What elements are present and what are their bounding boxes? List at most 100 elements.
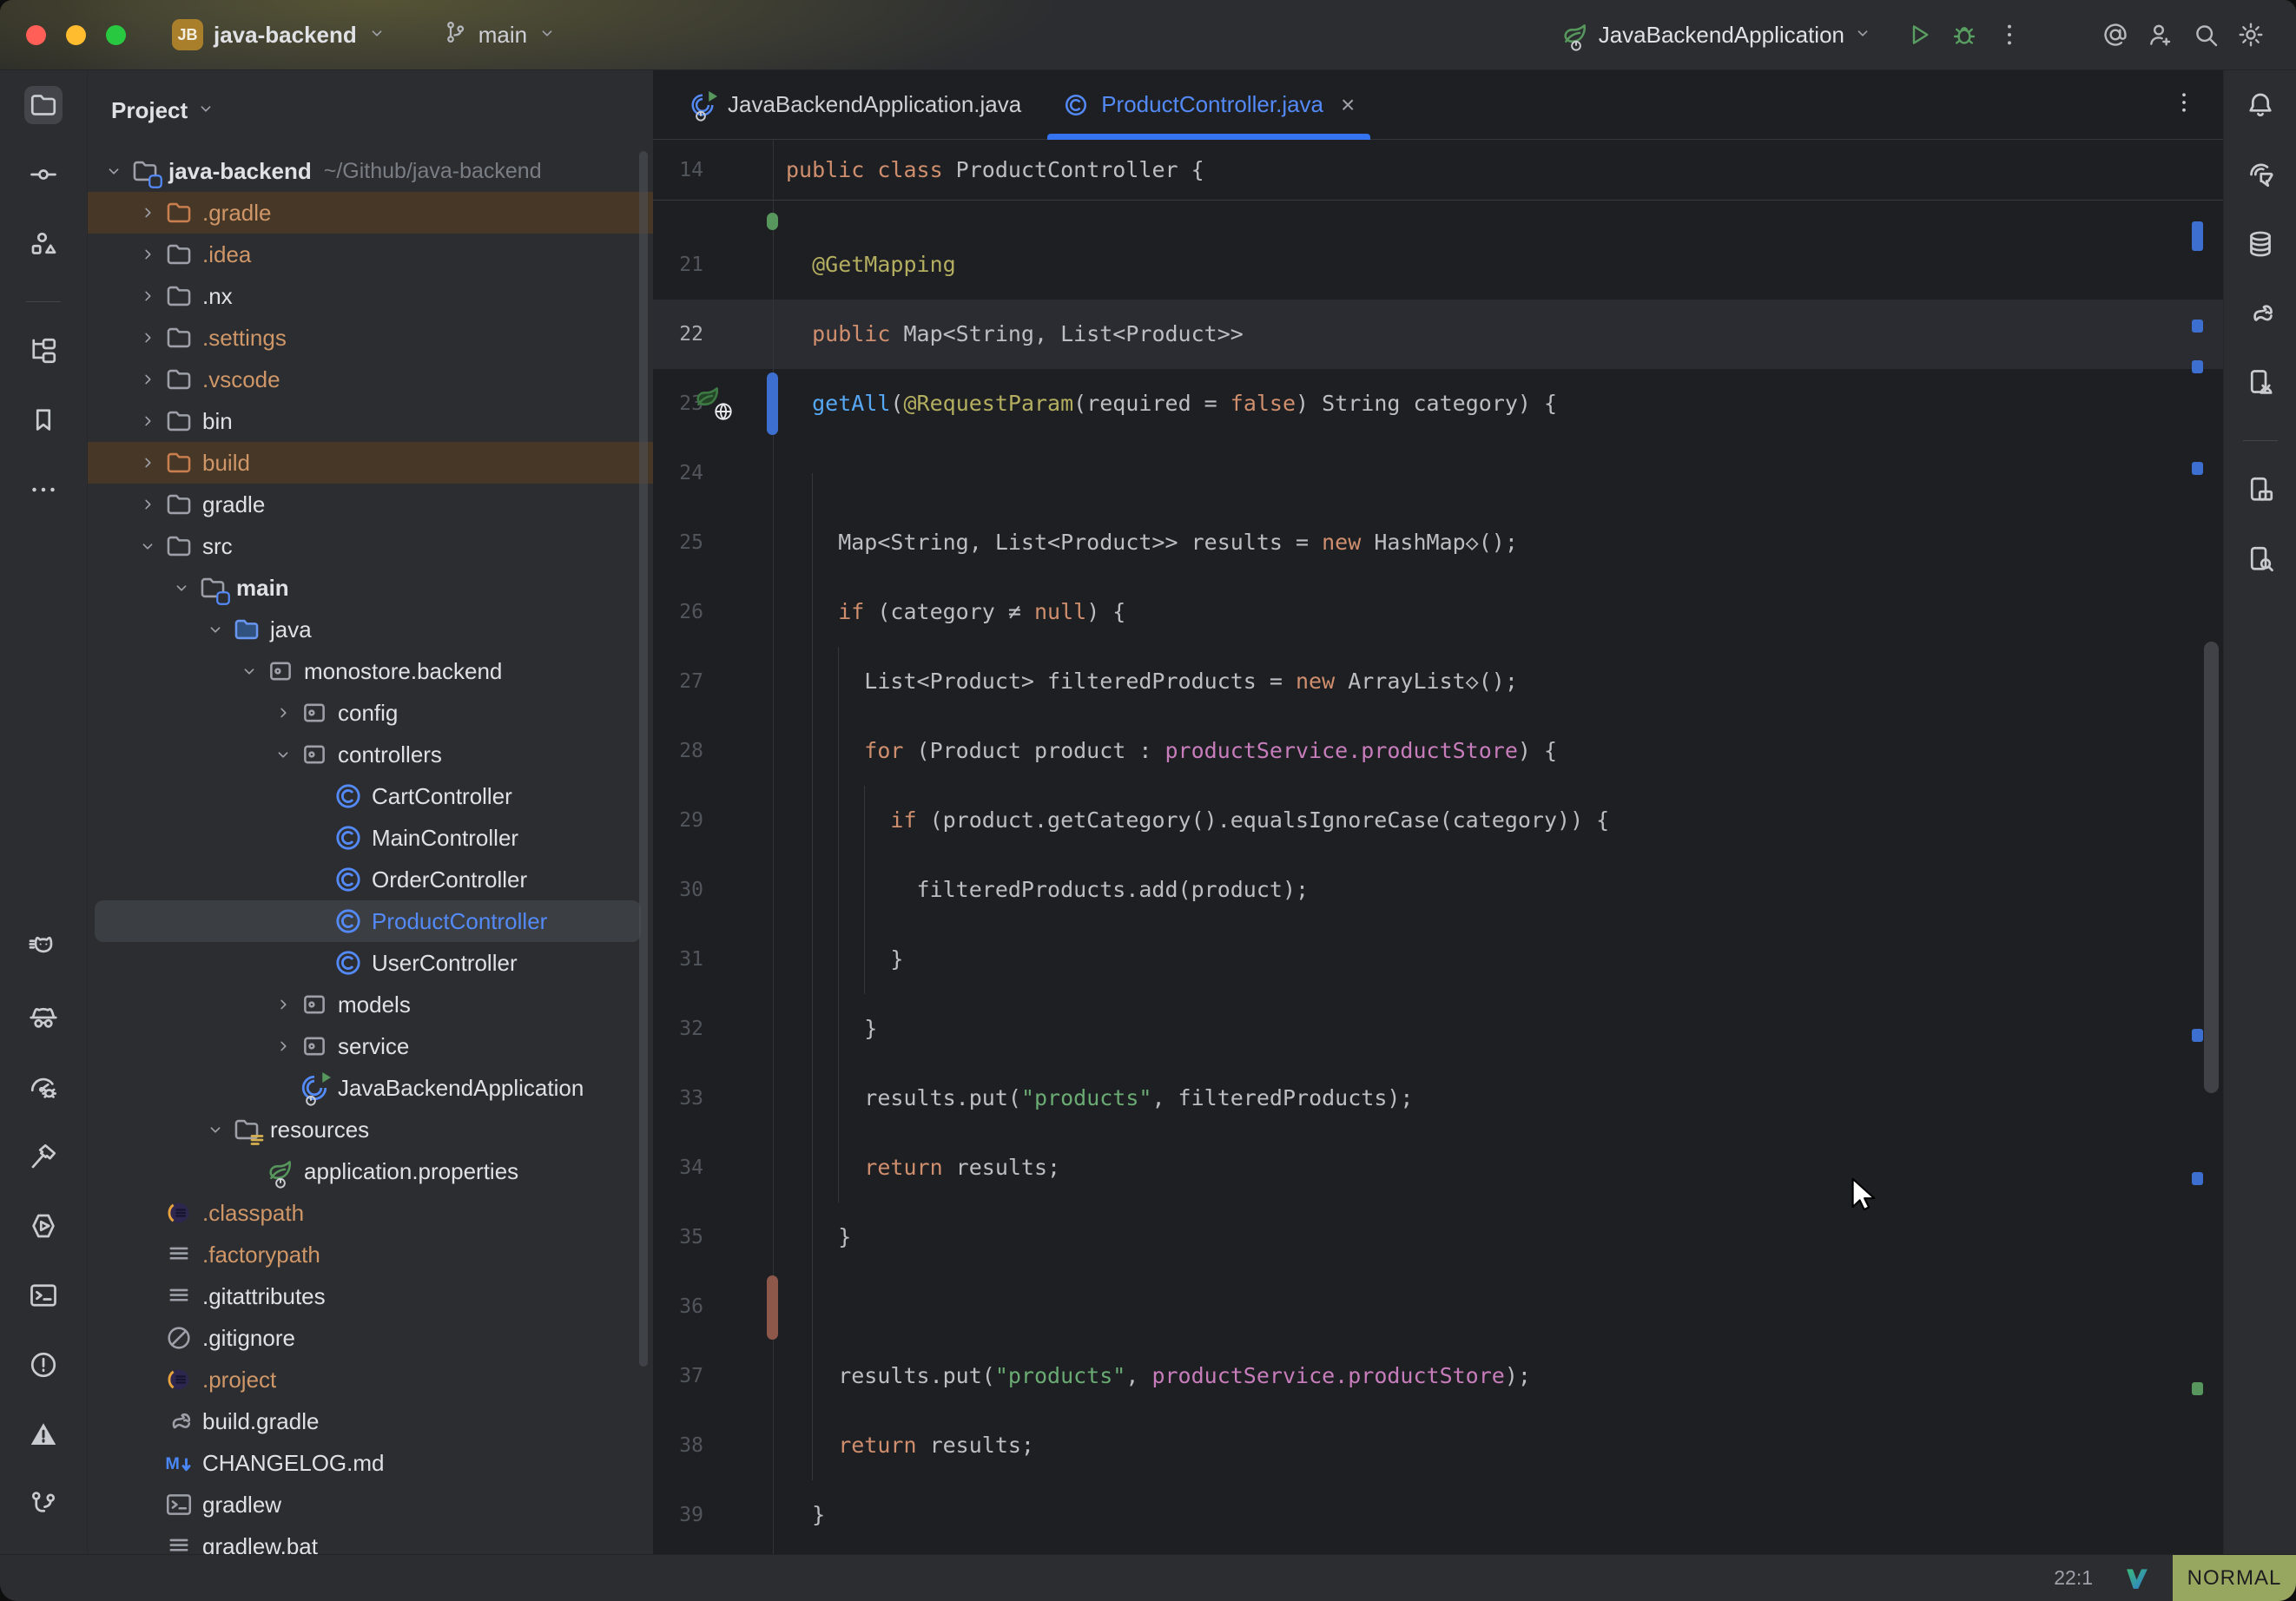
branch-widget[interactable]: main [442,19,557,51]
code-line-34[interactable]: return results; [786,1133,1060,1202]
code-line-32[interactable]: } [786,994,877,1064]
tree-item-ordercontroller[interactable]: OrderController [88,859,653,900]
tool-button-incognito[interactable] [24,998,63,1037]
vim-mode-badge[interactable]: NORMAL [2173,1555,2296,1601]
tree-item-resources[interactable]: resources [88,1109,653,1150]
tree-item-productcontroller[interactable]: ProductController [88,900,653,942]
tool-button-notifications-bell[interactable] [2241,86,2280,124]
tree-item-config[interactable]: config [88,692,653,734]
chevron-right-icon[interactable] [130,495,164,514]
ai-at-icon[interactable] [2093,12,2138,57]
run-button[interactable] [1897,12,1942,57]
tool-button-hierarchy[interactable] [24,332,63,370]
code-line-30[interactable]: filteredProducts.add(product); [786,855,1309,925]
ideavim-icon[interactable] [2124,1565,2150,1591]
code-line-29[interactable]: if (product.getCategory().equalsIgnoreCa… [786,786,1609,855]
code-line-35[interactable]: } [786,1202,851,1272]
tree-item-bin[interactable]: bin [88,400,653,442]
tree-item--classpath[interactable]: .classpath [88,1192,653,1234]
tree-item--project[interactable]: .project [88,1359,653,1400]
gear-icon[interactable] [2228,12,2273,57]
chevron-right-icon[interactable] [266,995,300,1014]
tool-button-git-branch[interactable] [24,1485,63,1523]
tree-item-gradlew[interactable]: gradlew [88,1484,653,1525]
tool-button-more[interactable] [24,471,63,509]
code-line-23[interactable]: getAll(@RequestParam(required = false) S… [786,369,1557,438]
tree-item-java-backend[interactable]: java-backend~/Github/java-backend [88,150,653,192]
code-line-27[interactable]: List<Product> filteredProducts = new Arr… [786,647,1518,716]
code-line-33[interactable]: results.put("products", filteredProducts… [786,1064,1413,1133]
caret-position[interactable]: 22:1 [2054,1566,2093,1590]
endpoint-globe-icon[interactable] [698,386,733,421]
code-line-21[interactable]: @GetMapping [786,230,956,300]
tree-item-gradlew-bat[interactable]: gradlew.bat [88,1525,653,1554]
chevron-down-icon[interactable] [196,97,215,124]
tab-productcontroller-java[interactable]: ProductController.java× [1042,70,1376,139]
tree-item-controllers[interactable]: controllers [88,734,653,775]
tool-button-services[interactable] [24,1207,63,1245]
tool-button-terminal[interactable] [24,1276,63,1314]
tree-item-cartcontroller[interactable]: CartController [88,775,653,817]
close-icon[interactable]: × [1341,91,1355,119]
tree-item-main[interactable]: main [88,567,653,609]
run-configuration-widget[interactable]: JavaBackendApplication [1560,20,1872,49]
tool-button-problems[interactable] [24,1346,63,1384]
chevron-right-icon[interactable] [130,328,164,347]
code-line-28[interactable]: for (Product product : productService.pr… [786,716,1557,786]
code-line-37[interactable]: results.put("products", productService.p… [786,1341,1531,1411]
editor-more-icon[interactable] [2171,89,2197,120]
code-line-26[interactable]: if (category ≠ null) { [786,577,1125,647]
code-editor[interactable]: 21 @GetMapping22 public Map<String, List… [653,140,2223,1554]
chevron-right-icon[interactable] [130,412,164,431]
tool-button-project-folder[interactable] [24,86,63,124]
project-widget[interactable]: JB java-backend [172,19,386,50]
search-icon[interactable] [2183,12,2228,57]
chevron-right-icon[interactable] [266,1037,300,1056]
debug-button[interactable] [1942,12,1987,57]
chevron-right-icon[interactable] [130,245,164,264]
tree-item--gitattributes[interactable]: .gitattributes [88,1275,653,1317]
tree-item-changelog-md[interactable]: MCHANGELOG.md [88,1442,653,1484]
code-line-38[interactable]: return results; [786,1411,1034,1480]
tool-button-device-mirror[interactable] [2241,471,2280,509]
more-actions-button[interactable] [1987,12,2032,57]
chevron-down-icon[interactable] [266,745,300,764]
close-button[interactable] [26,25,46,45]
chevron-down-icon[interactable] [198,1120,232,1139]
tree-item--nx[interactable]: .nx [88,275,653,317]
tool-button-running-devices[interactable] [2241,364,2280,402]
tree-item-maincontroller[interactable]: MainController [88,817,653,859]
tool-button-warnings[interactable] [24,1415,63,1453]
tree-scrollbar[interactable] [639,151,648,1367]
tool-button-gradle[interactable] [2241,294,2280,333]
tree-item--gitignore[interactable]: .gitignore [88,1317,653,1359]
minimize-button[interactable] [66,25,86,45]
chevron-right-icon[interactable] [130,370,164,389]
code-line-22[interactable]: public Map<String, List<Product>> [786,300,1244,369]
tree-item-models[interactable]: models [88,984,653,1025]
tab-javabackendapplication-java[interactable]: JavaBackendApplication.java [669,70,1042,139]
chevron-right-icon[interactable] [130,287,164,306]
chevron-down-icon[interactable] [130,537,164,556]
tool-button-device-explorer[interactable] [2241,540,2280,578]
zoom-button[interactable] [106,25,126,45]
tree-item--settings[interactable]: .settings [88,317,653,359]
tree-item--idea[interactable]: .idea [88,234,653,275]
tool-button-build-hammer[interactable] [24,1137,63,1176]
tree-item--vscode[interactable]: .vscode [88,359,653,400]
tool-button-profiler[interactable] [24,1068,63,1106]
tree-item-build-gradle[interactable]: build.gradle [88,1400,653,1442]
chevron-right-icon[interactable] [266,703,300,722]
chevron-right-icon[interactable] [130,203,164,222]
code-line-39[interactable]: } [786,1480,825,1550]
tree-item-java[interactable]: java [88,609,653,650]
code-line-14[interactable]: public class ProductController { [786,140,1204,201]
add-user-icon[interactable] [2138,12,2183,57]
chevron-down-icon[interactable] [232,662,266,681]
tool-button-database[interactable] [2241,225,2280,263]
chevron-down-icon[interactable] [164,578,198,597]
chevron-down-icon[interactable] [96,161,130,181]
tool-button-ai-assistant[interactable] [2241,155,2280,194]
tree-item-application-properties[interactable]: application.properties [88,1150,653,1192]
tree-item-src[interactable]: src [88,525,653,567]
